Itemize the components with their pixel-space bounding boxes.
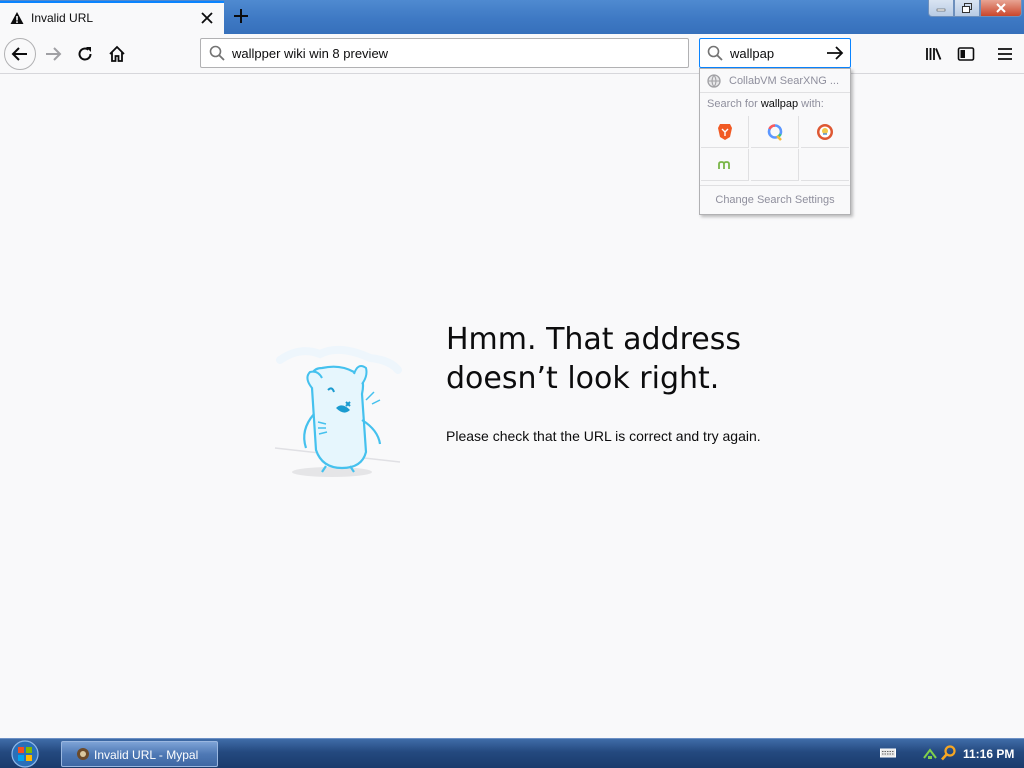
brave-icon: [717, 123, 732, 140]
header-suffix: with:: [798, 98, 824, 110]
forward-arrow-icon: [46, 47, 62, 61]
search-engine-slot-empty: [751, 149, 799, 181]
tab-invalid-url[interactable]: Invalid URL: [0, 1, 224, 34]
confused-animal-illustration: [274, 345, 402, 477]
search-bar[interactable]: [699, 38, 851, 68]
minimize-icon: [936, 8, 946, 12]
search-engine-qwant[interactable]: [751, 116, 799, 148]
window-close-button[interactable]: [980, 0, 1022, 17]
error-description: Please check that the URL is correct and…: [446, 428, 761, 444]
home-icon: [109, 45, 125, 62]
suggestion-item[interactable]: CollabVM SearXNG ...: [700, 69, 850, 93]
header-prefix: Search for: [707, 98, 761, 110]
back-arrow-icon: [11, 47, 27, 61]
url-input[interactable]: [232, 44, 672, 62]
hamburger-menu-icon: [998, 48, 1012, 60]
keyboard-icon[interactable]: [880, 747, 896, 759]
back-button[interactable]: [4, 38, 36, 70]
sidebar-icon: [957, 47, 975, 61]
reload-icon: [78, 47, 92, 61]
clock[interactable]: 11:16 PM: [963, 747, 1014, 761]
search-with-header: Search for wallpap with:: [707, 98, 824, 110]
close-icon: [996, 3, 1006, 13]
warning-icon: [10, 12, 24, 24]
search-input[interactable]: [730, 44, 826, 62]
globe-icon: [707, 74, 721, 88]
suggestion-label: CollabVM SearXNG ...: [729, 75, 840, 87]
library-icon: [926, 48, 942, 60]
tab-title: Invalid URL: [31, 11, 94, 25]
header-term: wallpap: [760, 98, 799, 110]
tab-strip: Invalid URL: [0, 0, 1024, 34]
window-controls: [928, 0, 1022, 18]
forward-button[interactable]: [37, 38, 69, 70]
taskbar: Invalid URL - Mypal 11:16 PM: [0, 738, 1024, 768]
taskbar-item-mypal[interactable]: Invalid URL - Mypal: [61, 741, 218, 767]
restore-button[interactable]: [954, 0, 980, 17]
navigation-toolbar: [0, 34, 1024, 74]
sidebar-button[interactable]: [950, 38, 982, 70]
search-engine-duckduckgo[interactable]: [801, 116, 849, 148]
close-tab-icon[interactable]: [198, 9, 216, 27]
new-tab-icon[interactable]: [230, 5, 252, 27]
search-icon: [707, 45, 723, 61]
url-bar[interactable]: [200, 38, 689, 68]
search-engine-mojeek[interactable]: [701, 149, 749, 181]
search-engine-brave[interactable]: [701, 116, 749, 148]
duckduckgo-icon: [817, 123, 833, 140]
tray-search-icon[interactable]: [940, 744, 958, 762]
error-title: Hmm. That address doesn’t look right.: [446, 322, 741, 396]
menu-button[interactable]: [989, 38, 1021, 70]
search-engine-slot-empty: [801, 149, 849, 181]
search-icon: [209, 45, 225, 61]
minimize-button[interactable]: [928, 0, 954, 17]
mojeek-icon: [717, 160, 730, 169]
taskbar-item-label: Invalid URL - Mypal: [94, 748, 199, 762]
restore-icon: [962, 3, 972, 13]
search-suggestions-popup: CollabVM SearXNG ... Search for wallpap …: [699, 68, 851, 215]
mypal-browser-icon: [77, 748, 89, 760]
home-button[interactable]: [101, 38, 133, 70]
change-search-settings-button[interactable]: Change Search Settings: [700, 185, 850, 215]
network-icon[interactable]: [922, 745, 938, 761]
qwant-icon: [767, 123, 782, 141]
reload-button[interactable]: [69, 38, 101, 70]
library-button[interactable]: [918, 38, 950, 70]
search-go-arrow-icon[interactable]: [826, 45, 844, 61]
start-button[interactable]: [8, 740, 42, 768]
